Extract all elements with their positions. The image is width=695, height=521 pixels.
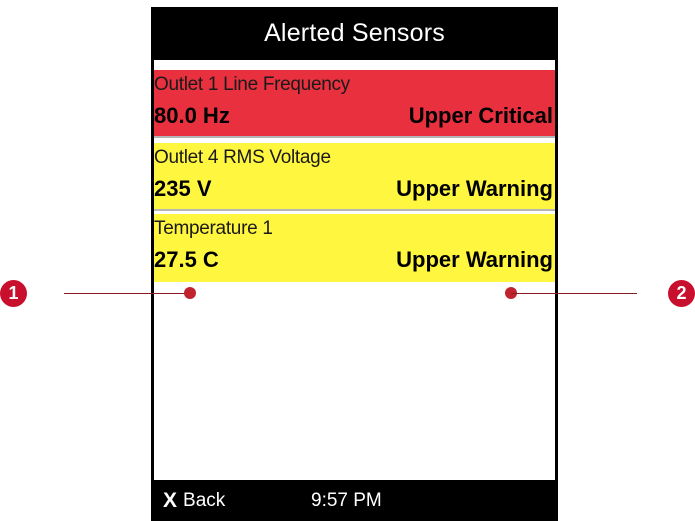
back-button[interactable]: X Back — [163, 480, 225, 521]
clock-time: 9:57 PM — [311, 489, 382, 511]
device-frame: Alerted Sensors Outlet 1 Line Frequency … — [151, 7, 558, 521]
sensor-name: Outlet 4 RMS Voltage — [154, 147, 331, 168]
callout-line-1 — [64, 293, 188, 294]
callout-number: 1 — [8, 283, 19, 303]
sensor-state: Upper Warning — [396, 176, 553, 201]
screen-footer: X Back 9:57 PM — [151, 480, 558, 521]
sensor-value: 235 V — [154, 176, 212, 201]
sensor-name: Temperature 1 — [154, 218, 273, 239]
sensor-row-outlet-1-line-frequency[interactable]: Outlet 1 Line Frequency 80.0 Hz Upper Cr… — [154, 70, 555, 138]
back-label: Back — [183, 489, 226, 511]
sensor-value: 80.0 Hz — [154, 103, 230, 128]
sensor-row-temperature-1[interactable]: Temperature 1 27.5 C Upper Warning — [154, 214, 555, 282]
close-x-icon: X — [163, 488, 178, 512]
sensor-name: Outlet 1 Line Frequency — [154, 74, 350, 95]
sensor-state: Upper Warning — [396, 247, 553, 272]
sensor-row-outlet-4-rms-voltage[interactable]: Outlet 4 RMS Voltage 235 V Upper Warning — [154, 143, 555, 211]
callout-dot-1 — [184, 287, 196, 299]
screen-header: Alerted Sensors — [151, 7, 558, 60]
callout-line-2 — [511, 293, 637, 294]
screen-title: Alerted Sensors — [264, 19, 445, 47]
callout-badge-2: 2 — [668, 280, 695, 307]
sensor-state: Upper Critical — [408, 103, 553, 128]
sensor-list: Outlet 1 Line Frequency 80.0 Hz Upper Cr… — [154, 60, 555, 480]
sensor-value: 27.5 C — [154, 247, 219, 272]
callout-badge-1: 1 — [0, 280, 27, 307]
callout-number: 2 — [676, 283, 687, 303]
